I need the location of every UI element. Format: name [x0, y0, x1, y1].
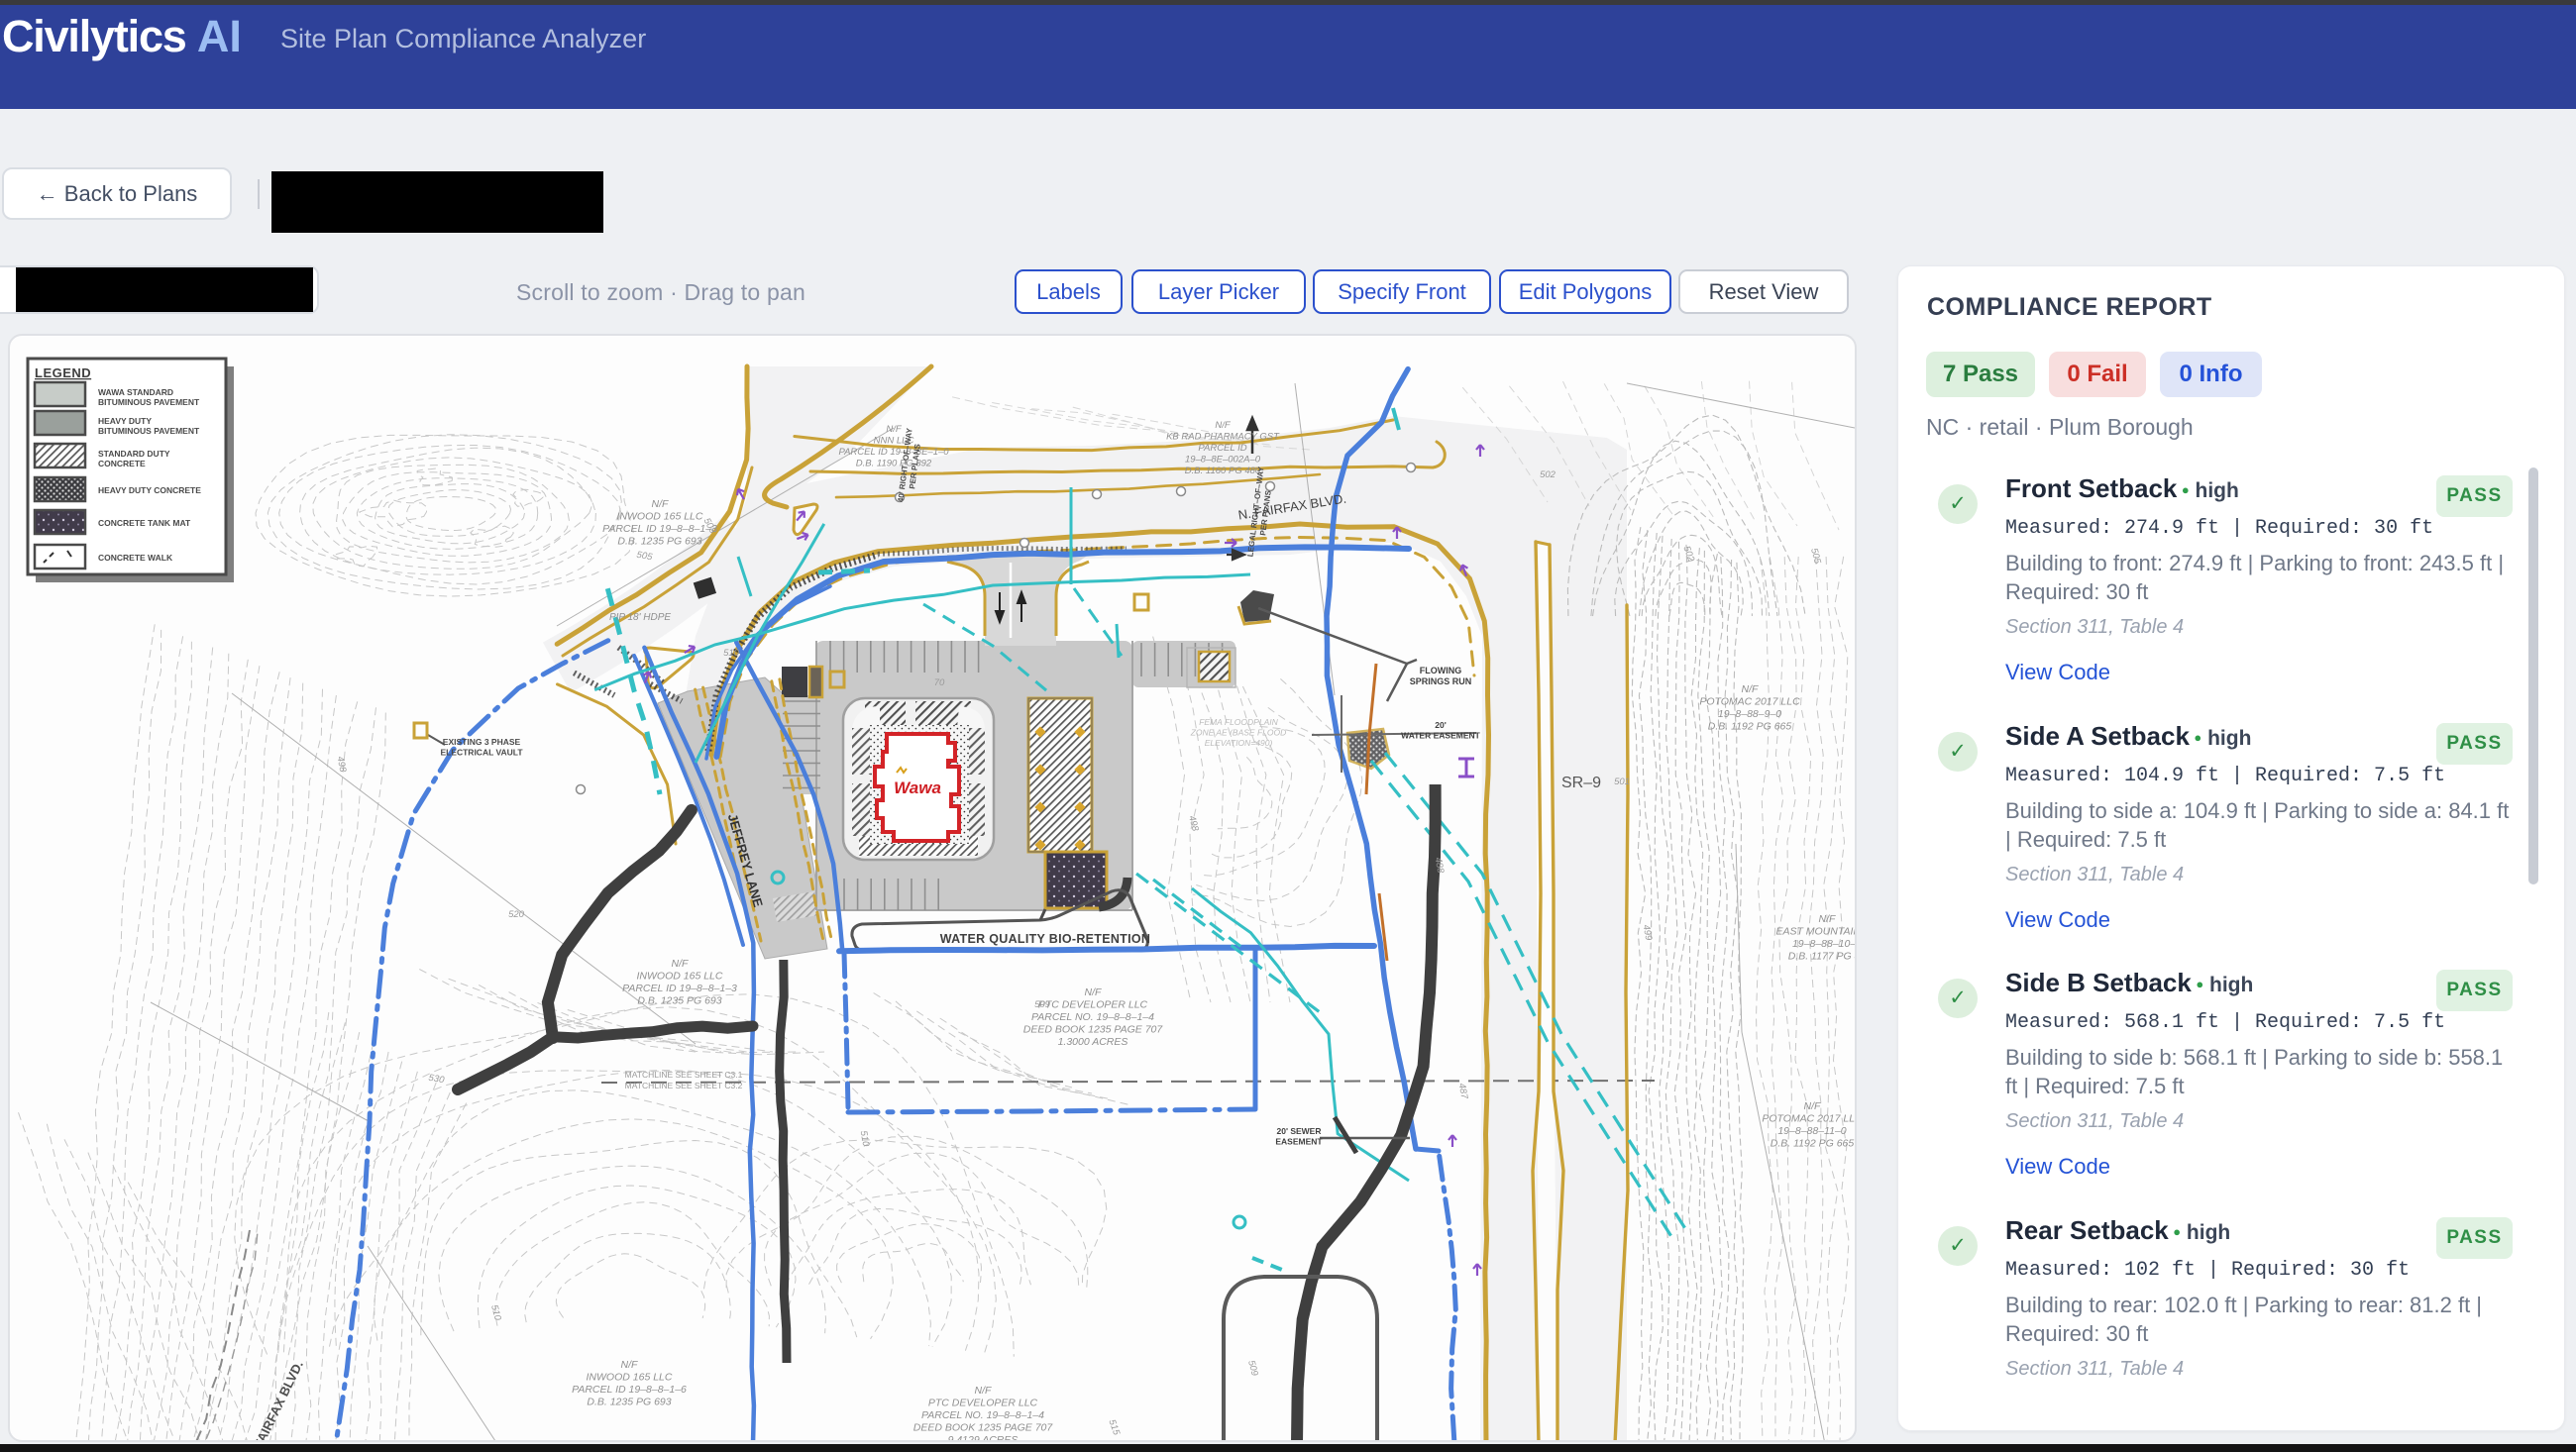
- svg-text:20' SEWEREASEMENT: 20' SEWEREASEMENT: [1275, 1126, 1323, 1147]
- svg-text:N/FPTC DEVELOPER LLCPARCEL NO.: N/FPTC DEVELOPER LLCPARCEL NO. 19–8–8–1–…: [1023, 986, 1164, 1048]
- svg-text:FAIRFAX BLVD.: FAIRFAX BLVD.: [251, 1358, 306, 1442]
- svg-text:HEAVY DUTY CONCRETE: HEAVY DUTY CONCRETE: [98, 485, 201, 495]
- svg-text:MATCHLINE SEE SHEET C3.1: MATCHLINE SEE SHEET C3.1: [625, 1070, 743, 1080]
- svg-text:502: 502: [1680, 545, 1696, 564]
- svg-text:N/FINWOOD 165 LLCPARCEL ID 19–: N/FINWOOD 165 LLCPARCEL ID 19–8–8–1–3D.B…: [602, 498, 717, 548]
- svg-text:N/FPOTOMAC 2017 LLC19–8–88–9–0: N/FPOTOMAC 2017 LLC19–8–88–9–0D.B. 1192 …: [1699, 683, 1800, 733]
- svg-text:510: 510: [488, 1303, 503, 1322]
- svg-text:SR–9: SR–9: [1561, 775, 1601, 791]
- svg-text:499: 499: [1641, 924, 1655, 942]
- svg-text:510: 510: [858, 1130, 872, 1148]
- svg-text:MATCHLINE SEE SHEET C3.2: MATCHLINE SEE SHEET C3.2: [625, 1081, 743, 1090]
- svg-text:CONCRETE WALK: CONCRETE WALK: [98, 553, 173, 563]
- svg-text:FLOWINGSPRINGS RUN: FLOWINGSPRINGS RUN: [1410, 666, 1472, 686]
- svg-text:70: 70: [934, 677, 945, 688]
- svg-text:520: 520: [508, 909, 525, 920]
- svg-text:PIP 18' HDPE: PIP 18' HDPE: [609, 612, 671, 623]
- svg-text:Wawa: Wawa: [894, 778, 941, 797]
- svg-text:502: 502: [1540, 469, 1556, 480]
- svg-text:501: 501: [1614, 777, 1630, 787]
- svg-text:CONCRETE TANK MAT: CONCRETE TANK MAT: [98, 518, 191, 528]
- svg-text:505: 505: [1808, 547, 1823, 566]
- svg-text:515: 515: [1106, 1418, 1122, 1437]
- svg-text:498: 498: [335, 756, 349, 774]
- svg-text:FEMA FLOODPLAINZONE AE (BASE F: FEMA FLOODPLAINZONE AE (BASE FLOODELEVAT…: [1190, 717, 1287, 748]
- svg-text:N/FPTC DEVELOPER LLCPARCEL NO.: N/FPTC DEVELOPER LLCPARCEL NO. 19–8–8–1–…: [913, 1385, 1054, 1442]
- svg-text:N/FEAST MOUNTAIN HE19–8–88–10–: N/FEAST MOUNTAIN HE19–8–88–10–0D.B. 1177…: [1775, 913, 1857, 963]
- svg-text:498: 498: [1186, 814, 1201, 833]
- svg-text:N/FINWOOD 165 LLCPARCEL ID 19–: N/FINWOOD 165 LLCPARCEL ID 19–8–8–1–6D.B…: [572, 1359, 687, 1408]
- svg-text:LEGEND: LEGEND: [35, 365, 91, 380]
- svg-text:509: 509: [1245, 1359, 1260, 1378]
- svg-text:509: 509: [1034, 999, 1051, 1010]
- svg-text:20'WATER EASEMENT: 20'WATER EASEMENT: [1401, 720, 1480, 741]
- svg-text:530: 530: [428, 1073, 446, 1087]
- svg-text:N/FINWOOD 165 LLCPARCEL ID 19–: N/FINWOOD 165 LLCPARCEL ID 19–8–8–1–3D.B…: [622, 958, 737, 1007]
- svg-text:505: 505: [636, 550, 654, 564]
- svg-text:487: 487: [1456, 1083, 1470, 1100]
- svg-text:WATER QUALITY BIO-RETENTION: WATER QUALITY BIO-RETENTION: [940, 932, 1151, 946]
- svg-text:EXISTING 3 PHASEELECTRICAL VAU: EXISTING 3 PHASEELECTRICAL VAULT: [440, 737, 523, 758]
- svg-text:510: 510: [723, 648, 740, 659]
